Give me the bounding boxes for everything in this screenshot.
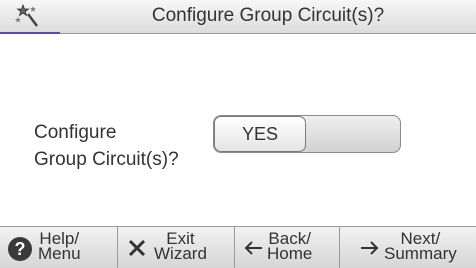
question-line-1: Configure	[34, 122, 117, 143]
close-icon	[128, 239, 146, 257]
page-title: Configure Group Circuit(s)?	[151, 5, 385, 26]
next-summary-button[interactable]: Next/Summary	[340, 227, 476, 268]
question-line-2: Group Circuit(s)?	[34, 149, 179, 170]
help-menu-button[interactable]: ? Help/Menu	[0, 227, 118, 268]
help-label: Help/Menu	[38, 229, 81, 263]
wizard-wand-icon	[15, 3, 38, 27]
title-bar: Configure Group Circuit(s)?	[0, 0, 476, 34]
toggle-yes-option[interactable]: YES	[214, 116, 306, 152]
exit-label: Exit Wizard	[154, 229, 207, 263]
back-label: Back/Home	[267, 229, 313, 263]
next-label: Next/Summary	[384, 229, 457, 263]
wizard-tab[interactable]	[0, 0, 60, 34]
question-label: Configure Group Circuit(s)?	[34, 119, 179, 173]
yes-no-toggle[interactable]: YES	[213, 115, 401, 153]
exit-wizard-button[interactable]: Exit Wizard	[118, 227, 235, 268]
help-icon: ?	[8, 237, 32, 261]
arrow-left-icon	[244, 241, 262, 255]
footer-nav: ? Help/Menu Exit Wizard Back/Home Next/Su…	[0, 226, 476, 268]
arrow-right-icon	[361, 241, 379, 255]
back-home-button[interactable]: Back/Home	[235, 227, 340, 268]
